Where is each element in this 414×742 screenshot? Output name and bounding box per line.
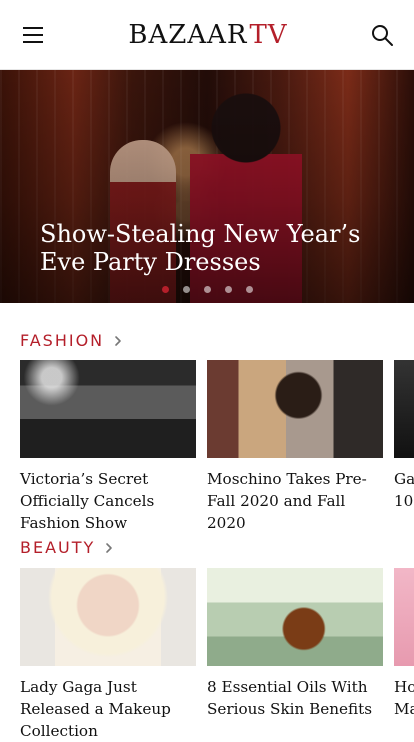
article-card[interactable]: Lady Gaga Just Released a Makeup Collect… [20,568,196,742]
app-header: BAZAAR TV [0,0,414,70]
chevron-right-icon [115,335,121,346]
fashion-section-header[interactable]: FASHION [20,331,124,350]
article-thumbnail[interactable] [394,568,414,666]
article-title[interactable]: HowMak [394,676,414,720]
article-thumbnail[interactable] [20,568,196,666]
fashion-carousel[interactable]: Victoria’s Secret Officially Cancels Fas… [20,360,414,534]
carousel-dot[interactable] [161,286,169,293]
hamburger-menu-icon [23,26,43,43]
logo-brand: BAZAAR [128,19,248,50]
article-thumbnail[interactable] [20,360,196,458]
fashion-section: FASHION Victoria’s Secret Officially Can… [0,303,414,532]
beauty-section-header[interactable]: BEAUTY [20,538,115,557]
article-card-peek[interactable]: Gal100 [394,360,414,534]
section-label: BEAUTY [20,538,96,557]
section-label: FASHION [20,331,105,350]
article-title[interactable]: Lady Gaga Just Released a Makeup Collect… [20,676,196,742]
carousel-dot[interactable] [245,286,253,293]
hero-title[interactable]: Show-Stealing New Year’s Eve Party Dress… [40,220,380,276]
hero-carousel[interactable]: Show-Stealing New Year’s Eve Party Dress… [0,70,414,303]
article-title[interactable]: Gal100 [394,468,414,512]
beauty-section: BEAUTY Lady Gaga Just Released a Makeup … [0,514,414,740]
search-button[interactable] [368,21,396,49]
chevron-right-icon [106,542,113,553]
article-card[interactable]: 8 Essential Oils With Serious Skin Benef… [207,568,383,742]
carousel-dots [0,286,414,293]
article-card[interactable]: Victoria’s Secret Officially Cancels Fas… [20,360,196,534]
article-thumbnail[interactable] [207,568,383,666]
article-title[interactable]: 8 Essential Oils With Serious Skin Benef… [207,676,383,720]
carousel-dot[interactable] [203,286,211,293]
carousel-dot[interactable] [182,286,190,293]
carousel-dot[interactable] [224,286,232,293]
article-thumbnail[interactable] [394,360,414,458]
logo-tv: TV [249,19,288,50]
site-logo[interactable]: BAZAAR TV [128,20,287,50]
article-card-peek[interactable]: HowMak [394,568,414,742]
article-card[interactable]: Moschino Takes Pre-Fall 2020 and Fall 20… [207,360,383,534]
search-icon [371,24,393,46]
article-thumbnail[interactable] [207,360,383,458]
beauty-carousel[interactable]: Lady Gaga Just Released a Makeup Collect… [20,568,414,742]
menu-button[interactable] [20,21,48,49]
